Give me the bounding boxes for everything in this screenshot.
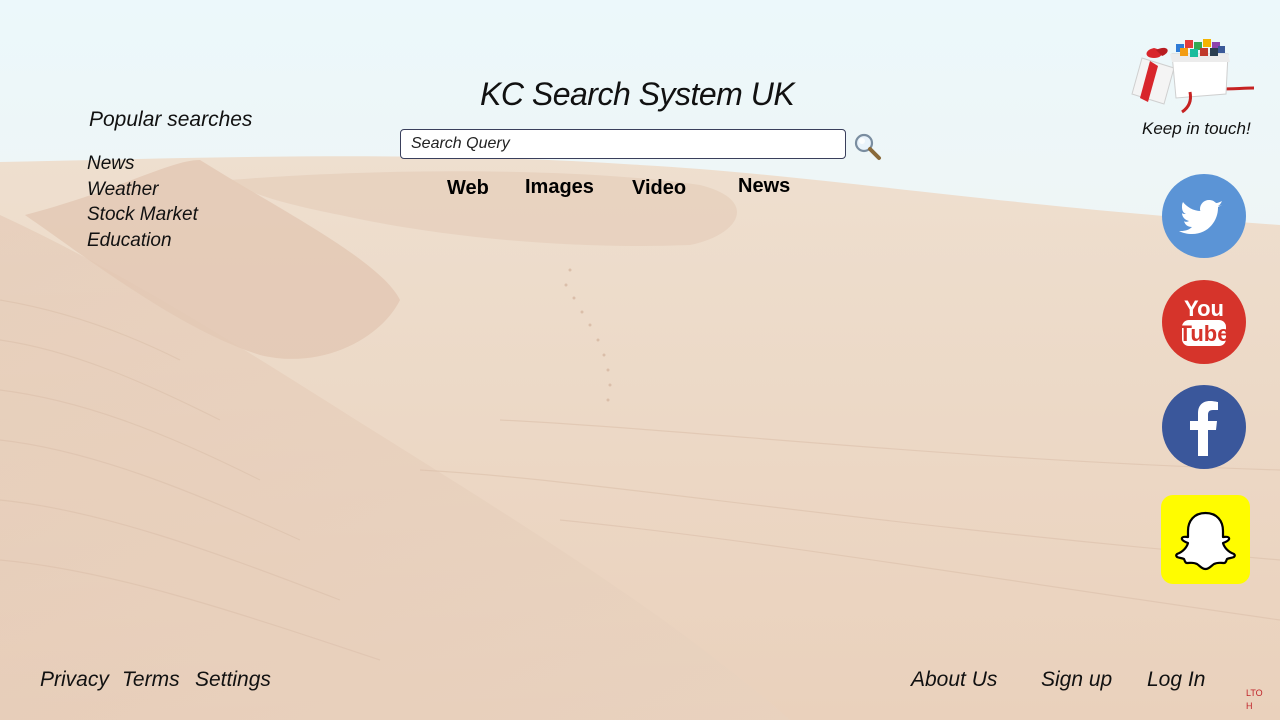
footer-settings-link[interactable]: Settings: [195, 668, 271, 692]
facebook-button[interactable]: [1161, 384, 1247, 470]
popular-searches-heading: Popular searches: [89, 108, 253, 131]
gift-box-icon: [1130, 36, 1258, 114]
youtube-icon: You Tube: [1162, 280, 1246, 364]
tab-images[interactable]: Images: [525, 176, 594, 199]
snapchat-button[interactable]: [1161, 495, 1250, 584]
site-title: KC Search System UK: [480, 76, 795, 112]
snapchat-icon: [1161, 495, 1250, 584]
footer-privacy-link[interactable]: Privacy: [40, 668, 109, 692]
twitter-icon: [1162, 174, 1246, 258]
youtube-button[interactable]: You Tube: [1161, 279, 1247, 365]
footer-about-us-link[interactable]: About Us: [911, 668, 997, 692]
corner-mark-line1: LTO: [1246, 688, 1263, 698]
popular-item-education[interactable]: Education: [87, 228, 198, 254]
footer-log-in-link[interactable]: Log In: [1147, 668, 1205, 692]
popular-item-news[interactable]: News: [87, 151, 198, 177]
magnifier-icon: [854, 133, 881, 160]
facebook-icon: [1162, 385, 1246, 469]
twitter-button[interactable]: [1161, 173, 1247, 259]
search-input[interactable]: [400, 129, 846, 159]
corner-mark-line2: H: [1246, 701, 1253, 711]
tab-web[interactable]: Web: [447, 177, 489, 200]
popular-searches-list: News Weather Stock Market Education: [87, 151, 198, 253]
youtube-logo-tube: Tube: [1179, 321, 1230, 346]
youtube-logo-you: You: [1184, 296, 1224, 321]
tab-video[interactable]: Video: [632, 177, 686, 200]
corner-mark: LTO H: [1246, 687, 1266, 713]
footer-sign-up-link[interactable]: Sign up: [1041, 668, 1112, 692]
tab-news[interactable]: News: [738, 175, 790, 198]
search-button[interactable]: [853, 132, 883, 162]
keep-in-touch-label: Keep in touch!: [1142, 119, 1251, 138]
popular-item-weather[interactable]: Weather: [87, 177, 198, 203]
popular-item-stock-market[interactable]: Stock Market: [87, 202, 198, 228]
footer-terms-link[interactable]: Terms: [122, 668, 180, 692]
